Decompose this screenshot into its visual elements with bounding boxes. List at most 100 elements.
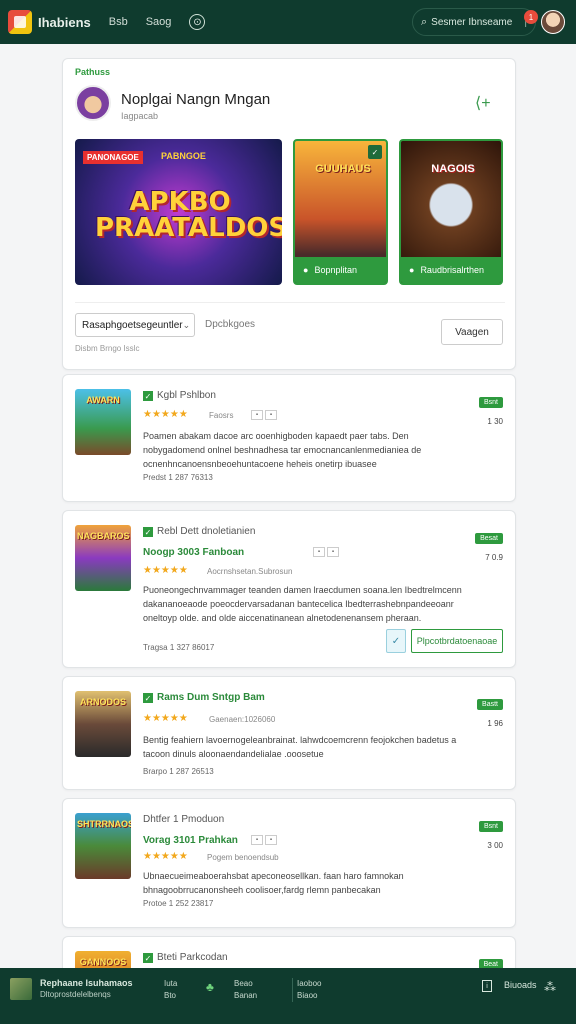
game-thumbnail[interactable]: AWARN bbox=[75, 389, 131, 455]
controller-icon[interactable]: ♣ bbox=[206, 980, 214, 994]
filter-label[interactable]: Dpcbkgoes bbox=[205, 319, 255, 330]
search-input[interactable]: ⌕ Sesmer Ibnseame | bbox=[412, 8, 536, 36]
game-thumbnail[interactable]: NAGBAROS bbox=[75, 525, 131, 591]
rating-stars: ★★★★★ bbox=[143, 409, 188, 420]
sort-select-value: Rasaphgoetsegeuntler bbox=[82, 319, 183, 331]
tag-icon: ▪ bbox=[265, 410, 277, 420]
item-description: Ubnaecueimeaboerahsbat apeconeosellkan. … bbox=[143, 871, 404, 895]
tag-icon: ▪ bbox=[251, 410, 263, 420]
item-title-secondary: Noogp 3003 Fanboan bbox=[143, 547, 245, 558]
tag-icon: ▪ bbox=[251, 835, 263, 845]
check-icon[interactable]: ✓ bbox=[143, 693, 153, 703]
status-badge: Bastt bbox=[477, 699, 503, 710]
list-item[interactable]: SHTRRNAOS Dhtfer 1 Pmoduon Vorag 3101 Pr… bbox=[62, 798, 516, 928]
featured-banner[interactable]: PANONAGOE PABNGOE APKBO PRAATALDOS bbox=[75, 139, 282, 285]
bottom-col-1[interactable]: Iuta Bto bbox=[164, 978, 177, 1002]
tile-art-text: GUUHAUS bbox=[315, 163, 371, 175]
item-title: Dhtfer 1 Pmoduon bbox=[143, 814, 225, 825]
brand-name[interactable]: Ihabiens bbox=[38, 15, 91, 30]
select-checkbox[interactable]: ✓ bbox=[386, 629, 406, 653]
search-icon: ⌕ bbox=[421, 15, 428, 28]
bottom-col-value: Biaoo bbox=[297, 991, 318, 1000]
thumbnail-art-text: AWARN bbox=[86, 395, 120, 405]
item-subtitle: Gaenaen:1026060 bbox=[209, 715, 276, 724]
rating-stars: ★★★★★ bbox=[143, 713, 188, 724]
bottom-right-label[interactable]: Biuoads bbox=[504, 980, 537, 990]
item-number: 3 00 bbox=[487, 841, 503, 850]
location-icon: ● bbox=[303, 265, 309, 275]
now-playing-title[interactable]: Rephaane Isuhamaos bbox=[40, 978, 133, 988]
game-thumbnail[interactable]: ARNODOS bbox=[75, 691, 131, 757]
share-nodes-icon[interactable]: ⁂ bbox=[544, 980, 556, 994]
list-item[interactable]: ARNODOS ✓ Rams Dum Sntgp Bam ★★★★★ Gaena… bbox=[62, 676, 516, 790]
notification-badge[interactable]: 1 bbox=[524, 10, 538, 24]
chevron-down-icon: ⌄ bbox=[182, 319, 191, 330]
list-item[interactable]: AWARN ✓ Kgbl Pshlbon ★★★★★ Faosrs ▪ ▪ Po… bbox=[62, 374, 516, 502]
check-icon[interactable]: ✓ bbox=[143, 391, 153, 401]
tile-footer-label: Bopnplitan bbox=[314, 265, 357, 275]
tag-icon: ▪ bbox=[327, 547, 339, 557]
status-badge: Besat bbox=[475, 533, 503, 544]
featured-tile-1[interactable]: ✓ GUUHAUS ● Bopnplitan bbox=[293, 139, 388, 285]
tag-icon: ▪ bbox=[265, 835, 277, 845]
list-item[interactable]: NAGBAROS ✓ Rebl Dett dnoletianien Noogp … bbox=[62, 510, 516, 668]
item-number: 1 96 bbox=[487, 719, 503, 728]
game-thumbnail[interactable]: SHTRRNAOS bbox=[75, 813, 131, 879]
item-number: 7 0.9 bbox=[485, 553, 503, 562]
share-icon[interactable]: ⟨+ bbox=[475, 93, 491, 113]
check-icon[interactable]: ✓ bbox=[143, 953, 153, 963]
item-meta: Protoe 1 252 23817 bbox=[143, 899, 214, 908]
banner-tag: PANONAGOE bbox=[83, 151, 143, 164]
thumbnail-art-text: ARNODOS bbox=[79, 697, 126, 707]
item-title: Bteti Parkcodan bbox=[157, 952, 228, 963]
item-title: Rebl Dett dnoletianien bbox=[157, 526, 256, 537]
bottom-player-bar: Rephaane Isuhamaos Dltoprostdelelbenqs I… bbox=[0, 968, 576, 1024]
divider bbox=[75, 302, 505, 303]
bookmark-icon[interactable]: ✓ bbox=[368, 145, 382, 159]
info-icon[interactable]: i bbox=[482, 980, 492, 992]
thumbnail-art-text: SHTRRNAOS bbox=[77, 819, 131, 829]
tile-footer[interactable]: ● Raudbrisalrthen bbox=[401, 257, 501, 283]
app-logo-icon[interactable] bbox=[8, 10, 32, 34]
user-avatar[interactable] bbox=[541, 10, 565, 34]
bottom-col-label: Beao bbox=[234, 979, 253, 988]
item-title-secondary: Vorag 3101 Prahkan bbox=[143, 835, 238, 846]
item-description: Poamen abakam dacoe arc ooenhigboden kap… bbox=[143, 431, 422, 469]
bottom-col-value: Bto bbox=[164, 991, 177, 1000]
view-button[interactable]: Vaagen bbox=[441, 319, 503, 345]
now-playing-thumbnail[interactable] bbox=[10, 978, 32, 1000]
bottom-col-2[interactable]: Beao Banan bbox=[234, 978, 257, 1002]
search-text: Sesmer Ibnseame bbox=[431, 16, 513, 28]
rating-stars: ★★★★★ bbox=[143, 565, 188, 576]
page-subtitle: Iagpacab bbox=[121, 111, 159, 121]
page-title: Noplgai Nangn Mngan bbox=[121, 91, 271, 108]
status-badge: Bsnt bbox=[478, 821, 503, 832]
item-meta: Predst 1 287 76313 bbox=[143, 473, 213, 482]
tile-footer-label: Raudbrisalrthen bbox=[420, 265, 484, 275]
nav-link-2[interactable]: Saog bbox=[146, 16, 172, 28]
banner-tag-2: PABNGOE bbox=[161, 151, 206, 161]
circle-menu-icon[interactable]: ⊙ bbox=[189, 14, 206, 30]
result-count: Disbm Brngo Isslc bbox=[75, 344, 140, 353]
item-description: Puoneongechnvammager teanden damen lraec… bbox=[143, 585, 462, 623]
banner-art-text: APKBO PRAATALDOS bbox=[95, 187, 282, 243]
status-badge: Bsnt bbox=[478, 397, 503, 408]
nav-link-1[interactable]: Bsb bbox=[109, 16, 128, 28]
item-subtitle: Pogem benoendsub bbox=[207, 853, 279, 862]
check-icon[interactable]: ✓ bbox=[143, 527, 153, 537]
item-title: Rams Dum Sntgp Bam bbox=[157, 692, 265, 703]
thumbnail-art-text: GANNOOS bbox=[79, 957, 127, 967]
item-title: Kgbl Pshlbon bbox=[157, 390, 216, 401]
featured-tile-2[interactable]: NAGOIS ● Raudbrisalrthen bbox=[399, 139, 503, 285]
tile-art-text: NAGOIS bbox=[431, 163, 475, 175]
bottom-col-value: Banan bbox=[234, 991, 258, 1000]
tile-footer[interactable]: ● Bopnplitan bbox=[295, 257, 386, 283]
item-description: Bentig feahiern lavoernogeleanbrainat. l… bbox=[143, 735, 457, 759]
item-number: 1 30 bbox=[487, 417, 503, 426]
sort-select[interactable]: Rasaphgoetsegeuntler ⌄ bbox=[75, 313, 195, 337]
item-subtitle: Faosrs bbox=[209, 411, 234, 420]
item-meta: Tragsa 1 327 86017 bbox=[143, 643, 215, 652]
action-button[interactable]: Plpcotbrdatoenaoae bbox=[411, 629, 503, 653]
bottom-col-3[interactable]: Iaoboo Biaoo bbox=[292, 978, 321, 1002]
creator-avatar[interactable] bbox=[75, 85, 111, 121]
